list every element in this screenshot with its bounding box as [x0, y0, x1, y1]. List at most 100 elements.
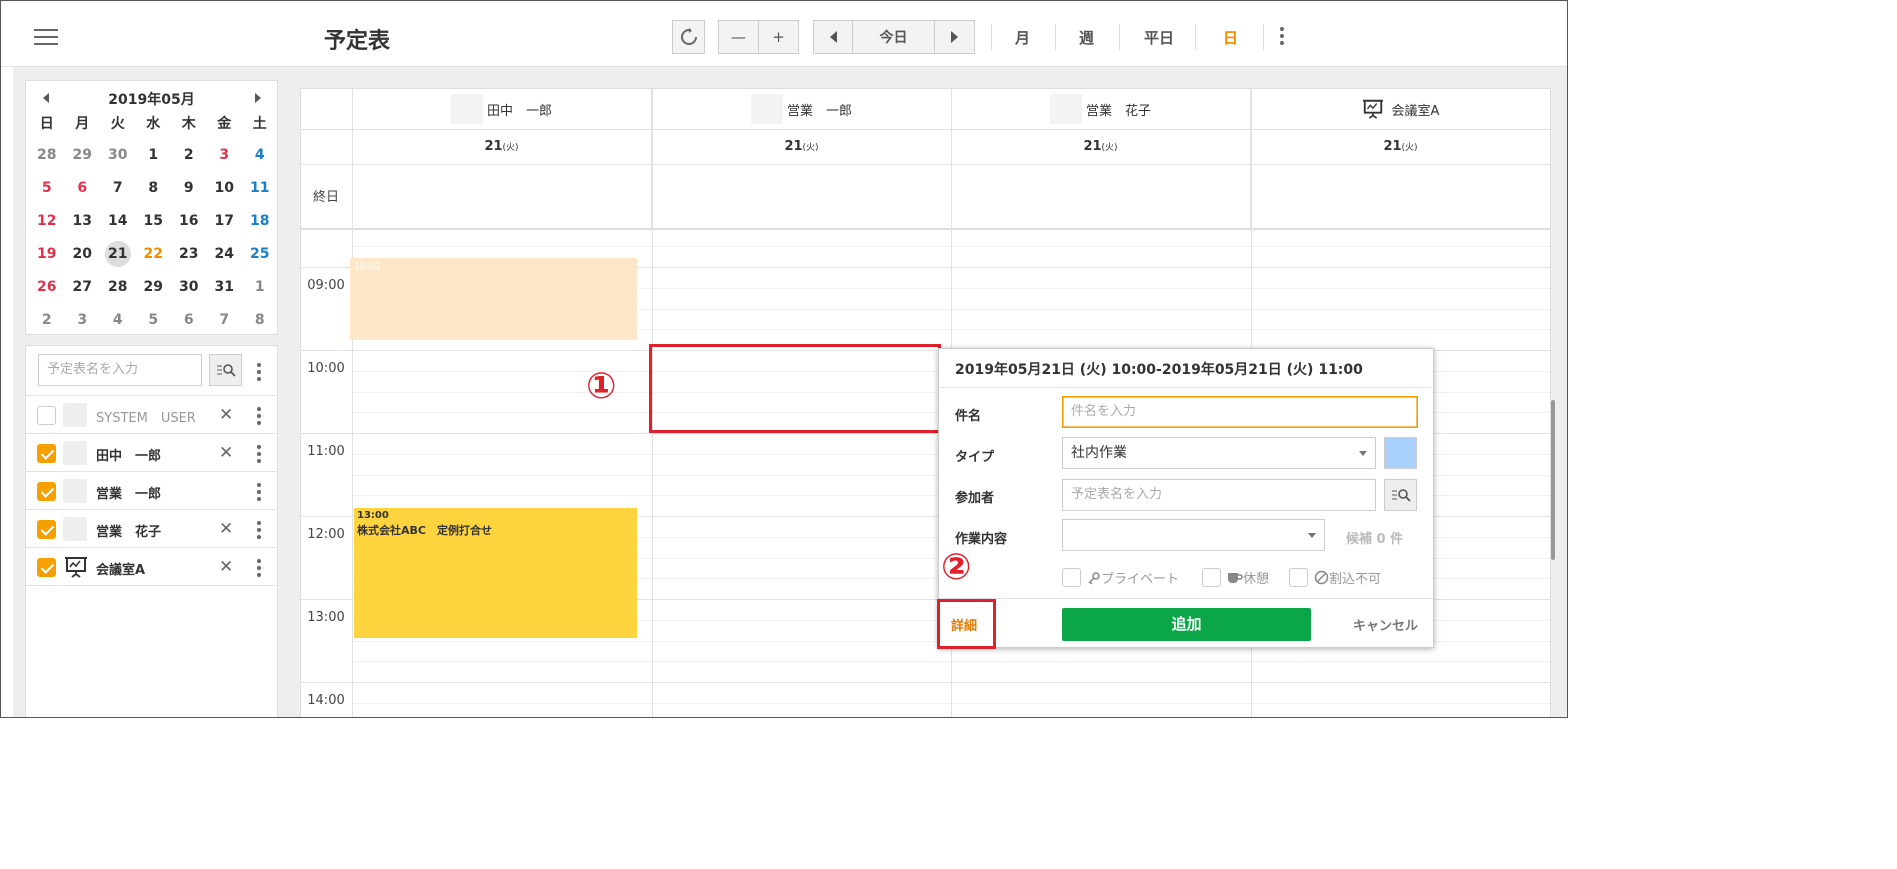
mini-cal-day[interactable]: 13: [65, 205, 101, 238]
mini-cal-day[interactable]: 31: [207, 271, 243, 304]
view-month[interactable]: 月: [1015, 27, 1030, 48]
mini-cal-day[interactable]: 23: [171, 238, 207, 271]
type-color-swatch[interactable]: [1384, 437, 1417, 469]
private-checkbox[interactable]: プライベート: [1062, 568, 1179, 587]
mini-cal-day[interactable]: 8: [242, 304, 278, 337]
scrollbar[interactable]: [1551, 400, 1555, 560]
add-button[interactable]: 追加: [1062, 608, 1311, 641]
mini-cal-day[interactable]: 21: [100, 238, 136, 271]
mini-cal-day[interactable]: 17: [207, 205, 243, 238]
allday-cell[interactable]: [951, 164, 1251, 228]
mini-cal-day[interactable]: 4: [242, 139, 278, 172]
remove-icon[interactable]: ✕: [219, 405, 233, 425]
mini-cal-day[interactable]: 30: [171, 271, 207, 304]
calendar-list-item[interactable]: 営業 一郎: [26, 471, 277, 509]
mini-cal-day[interactable]: 12: [29, 205, 65, 238]
mini-cal-day[interactable]: 24: [207, 238, 243, 271]
mini-cal-day[interactable]: 29: [65, 139, 101, 172]
calendar-search-button[interactable]: [209, 354, 242, 386]
prohibited-icon: [1314, 570, 1329, 585]
view-day[interactable]: 日: [1223, 27, 1238, 48]
mini-cal-day[interactable]: 11: [242, 172, 278, 205]
mini-cal-day[interactable]: 3: [207, 139, 243, 172]
participants-search-button[interactable]: [1384, 479, 1417, 511]
time-label: 14:00: [307, 693, 345, 708]
list-more-icon[interactable]: [257, 363, 261, 384]
new-event-block[interactable]: 10:00: [350, 258, 637, 340]
mini-cal-next-icon[interactable]: [255, 93, 261, 103]
calendar-checkbox[interactable]: [37, 406, 56, 425]
mini-cal-day[interactable]: 22: [136, 238, 172, 271]
mini-cal-day[interactable]: 9: [171, 172, 207, 205]
subject-input[interactable]: 件名を入力: [1062, 396, 1418, 428]
mini-cal-day[interactable]: 26: [29, 271, 65, 304]
column-date: 21(火): [1251, 129, 1550, 164]
item-more-icon[interactable]: [257, 483, 261, 504]
item-more-icon[interactable]: [257, 521, 261, 542]
calendar-checkbox[interactable]: [37, 444, 56, 463]
break-checkbox[interactable]: 休憩: [1202, 568, 1269, 587]
mini-cal-day[interactable]: 20: [65, 238, 101, 271]
mini-cal-day[interactable]: 16: [171, 205, 207, 238]
mini-cal-day[interactable]: 14: [100, 205, 136, 238]
allday-cell[interactable]: [1251, 164, 1550, 228]
more-menu-icon[interactable]: [1280, 27, 1284, 48]
mini-cal-day[interactable]: 7: [100, 172, 136, 205]
mini-cal-day[interactable]: 1: [136, 139, 172, 172]
mini-cal-day[interactable]: 15: [136, 205, 172, 238]
view-week[interactable]: 週: [1079, 27, 1094, 48]
mini-cal-day[interactable]: 6: [65, 172, 101, 205]
mini-cal-day[interactable]: 1: [242, 271, 278, 304]
mini-cal-day[interactable]: 28: [29, 139, 65, 172]
calendar-list-item[interactable]: 会議室A ✕: [26, 547, 277, 585]
refresh-button[interactable]: [672, 20, 705, 54]
remove-icon[interactable]: ✕: [219, 519, 233, 539]
mini-cal-day[interactable]: 3: [65, 304, 101, 337]
work-content-select[interactable]: [1062, 519, 1325, 551]
zoom-in-button[interactable]: +: [758, 20, 799, 54]
mini-cal-day[interactable]: 8: [136, 172, 172, 205]
calendar-checkbox[interactable]: [37, 558, 56, 577]
mini-cal-day[interactable]: 5: [136, 304, 172, 337]
mini-cal-day[interactable]: 25: [242, 238, 278, 271]
mini-cal-day[interactable]: 4: [100, 304, 136, 337]
mini-cal-day[interactable]: 10: [207, 172, 243, 205]
allday-label: 終日: [312, 190, 339, 205]
zoom-out-button[interactable]: —: [718, 20, 759, 54]
calendar-checkbox[interactable]: [37, 482, 56, 501]
calendar-list-item[interactable]: SYSTEM USER ✕: [26, 395, 277, 433]
mini-cal-day[interactable]: 28: [100, 271, 136, 304]
prev-button[interactable]: [813, 20, 853, 54]
item-more-icon[interactable]: [257, 407, 261, 428]
remove-icon[interactable]: ✕: [219, 557, 233, 577]
existing-event-time: 13:00: [357, 510, 389, 521]
mini-cal-day[interactable]: 27: [65, 271, 101, 304]
item-more-icon[interactable]: [257, 559, 261, 580]
mini-cal-day[interactable]: 19: [29, 238, 65, 271]
remove-icon[interactable]: ✕: [219, 443, 233, 463]
type-select[interactable]: 社内作業: [1062, 437, 1376, 469]
mini-cal-day[interactable]: 18: [242, 205, 278, 238]
allday-cell[interactable]: [652, 164, 952, 228]
view-weekday[interactable]: 平日: [1144, 27, 1174, 48]
mini-cal-day[interactable]: 7: [207, 304, 243, 337]
today-button[interactable]: 今日: [852, 20, 935, 54]
calendar-search-input[interactable]: 予定表名を入力: [38, 354, 202, 386]
mini-cal-day[interactable]: 2: [29, 304, 65, 337]
participants-input[interactable]: 予定表名を入力: [1062, 479, 1376, 511]
mini-cal-day[interactable]: 2: [171, 139, 207, 172]
allday-cell[interactable]: [352, 164, 652, 228]
next-button[interactable]: [934, 20, 975, 54]
existing-event[interactable]: 13:00 株式会社ABC 定例打合せ: [354, 508, 637, 638]
cancel-button[interactable]: キャンセル: [1353, 615, 1418, 634]
no-interrupt-checkbox[interactable]: 割込不可: [1289, 568, 1381, 587]
mini-cal-day[interactable]: 5: [29, 172, 65, 205]
calendar-list-item[interactable]: 田中 一郎 ✕: [26, 433, 277, 471]
mini-cal-day[interactable]: 30: [100, 139, 136, 172]
calendar-list-item[interactable]: 営業 花子 ✕: [26, 509, 277, 547]
hamburger-menu-icon[interactable]: [34, 29, 58, 45]
item-more-icon[interactable]: [257, 445, 261, 466]
mini-cal-day[interactable]: 6: [171, 304, 207, 337]
mini-cal-day[interactable]: 29: [136, 271, 172, 304]
calendar-checkbox[interactable]: [37, 520, 56, 539]
